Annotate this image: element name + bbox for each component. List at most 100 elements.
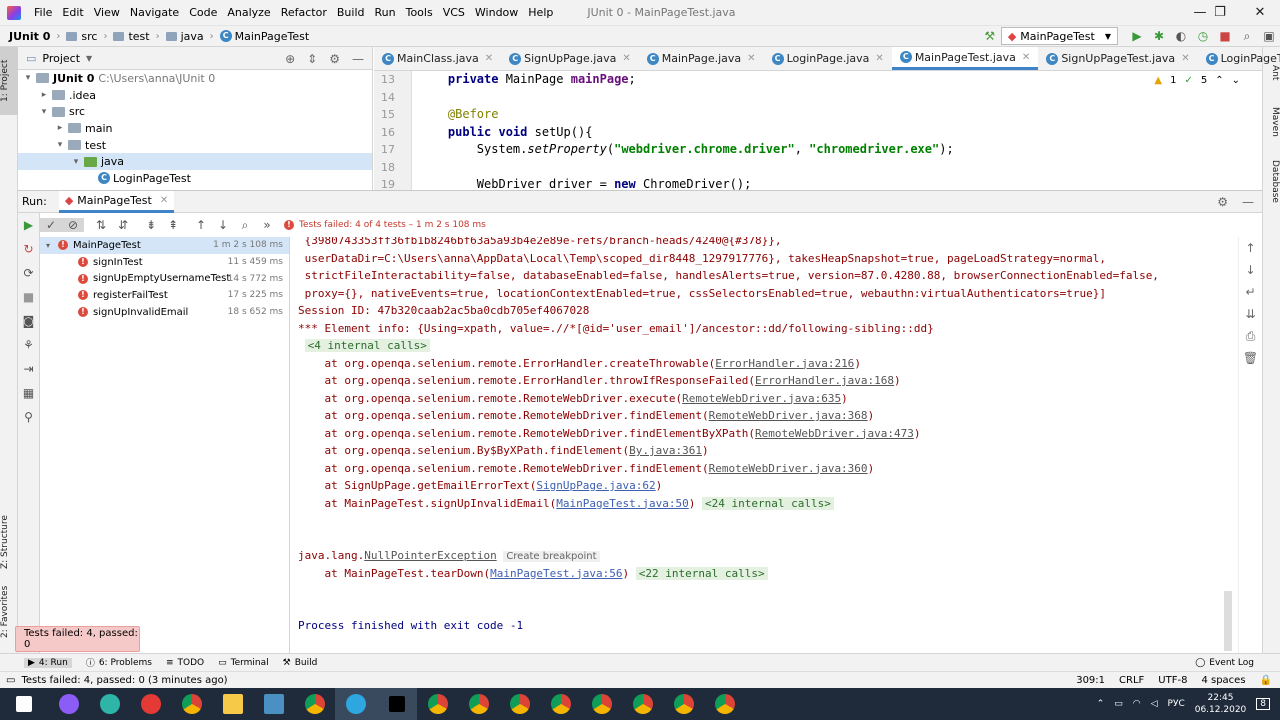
- collapse-all-icon[interactable]: ⇕: [307, 52, 317, 66]
- expand-arrow-icon[interactable]: ▾: [38, 107, 50, 117]
- clock[interactable]: 22:45 06.12.2020: [1195, 692, 1247, 716]
- wifi-icon[interactable]: ◠: [1133, 699, 1141, 709]
- tree-node-loginpagetest[interactable]: C LoginPageTest: [18, 170, 372, 187]
- tab-signuppage[interactable]: C SignUpPage.java ✕: [501, 47, 639, 70]
- breadcrumb-java[interactable]: java: [181, 30, 204, 43]
- tool-tab-problems[interactable]: ⓘ 6: Problems: [86, 656, 152, 670]
- toggle-auto-test-icon[interactable]: ⟳: [18, 261, 39, 285]
- menu-run[interactable]: Run: [370, 0, 401, 25]
- tab-mainclass[interactable]: C MainClass.java ✕: [374, 47, 501, 70]
- language-indicator[interactable]: РУС: [1168, 699, 1185, 709]
- chevron-up-icon[interactable]: ⌃: [1215, 75, 1223, 86]
- pin-icon[interactable]: ⚲: [18, 405, 39, 429]
- run-tab-mainpagetest[interactable]: ◆ MainPageTest ✕: [58, 190, 175, 213]
- menu-tools[interactable]: Tools: [401, 0, 438, 25]
- scroll-to-end-icon[interactable]: ⇊: [1239, 303, 1262, 325]
- menu-vcs[interactable]: VCS: [438, 0, 470, 25]
- tree-node-project-root[interactable]: ▾ JUnit 0 C:\Users\anna\JUnit 0: [18, 70, 372, 87]
- tool-tab-run[interactable]: ▶ 4: Run: [24, 657, 72, 668]
- console-scrollbar[interactable]: [1224, 591, 1232, 651]
- source-link[interactable]: RemoteWebDriver.java:360: [709, 462, 868, 475]
- search-icon[interactable]: ⌕: [234, 218, 256, 233]
- expand-arrow-icon[interactable]: ▸: [54, 123, 66, 133]
- stop-icon[interactable]: ■: [18, 285, 39, 309]
- source-link[interactable]: SignUpPage.java:62: [536, 479, 655, 492]
- status-toggle-icon[interactable]: ▭: [6, 675, 15, 686]
- yandex-icon[interactable]: [130, 688, 171, 720]
- tree-node-main[interactable]: ▸ main: [18, 120, 372, 137]
- chrome-icon[interactable]: [171, 688, 212, 720]
- line-separator[interactable]: CRLF: [1119, 675, 1144, 686]
- tab-mainpagetest[interactable]: C MainPageTest.java ✕: [891, 47, 1039, 70]
- volume-icon[interactable]: ◁: [1151, 699, 1158, 709]
- chevron-right-icon[interactable]: »: [256, 218, 278, 232]
- arrow-up-icon[interactable]: ↑: [190, 218, 212, 232]
- show-passed-icon[interactable]: ✓: [40, 218, 62, 232]
- soft-wrap-icon[interactable]: ↵: [1239, 281, 1262, 303]
- create-breakpoint-link[interactable]: Create breakpoint: [503, 551, 600, 562]
- expand-arrow-icon[interactable]: ▸: [38, 90, 50, 100]
- chrome-icon[interactable]: [581, 688, 622, 720]
- chrome-icon[interactable]: [540, 688, 581, 720]
- source-link[interactable]: MainPageTest.java:50: [556, 497, 688, 510]
- hide-icon[interactable]: —: [1242, 195, 1254, 209]
- inspection-widget[interactable]: ▲ 1 ✓ 5 ⌃ ⌄: [1154, 75, 1240, 86]
- source-link[interactable]: MainPageTest.java:56: [490, 567, 622, 580]
- test-result-toast[interactable]: Tests failed: 4, passed: 0: [15, 626, 140, 652]
- dump-threads-icon[interactable]: ⚘: [18, 333, 39, 357]
- tab-signuppagetest[interactable]: C SignUpPageTest.java ✕: [1038, 47, 1197, 70]
- source-link[interactable]: RemoteWebDriver.java:473: [755, 427, 914, 440]
- show-ignored-icon[interactable]: ⊘: [62, 218, 84, 232]
- tree-node-java[interactable]: ▾ java: [18, 153, 372, 171]
- file-encoding[interactable]: UTF-8: [1158, 675, 1187, 686]
- tree-node-src[interactable]: ▾ src: [18, 103, 372, 120]
- menu-window[interactable]: Window: [470, 0, 523, 25]
- internal-calls-fold[interactable]: <22 internal calls>: [635, 566, 768, 580]
- project-header-label[interactable]: Project: [42, 52, 80, 65]
- arrow-down-icon[interactable]: ↓: [1239, 259, 1262, 281]
- chrome-icon[interactable]: [663, 688, 704, 720]
- chrome-icon[interactable]: [704, 688, 745, 720]
- close-tab-icon[interactable]: ✕: [1022, 52, 1030, 63]
- stop-icon[interactable]: ■: [1214, 29, 1236, 43]
- close-tab-icon[interactable]: ✕: [485, 53, 493, 64]
- hammer-icon[interactable]: ⚒: [979, 29, 1001, 43]
- tab-mainpage[interactable]: C MainPage.java ✕: [639, 47, 764, 70]
- menu-build[interactable]: Build: [332, 0, 370, 25]
- tool-tab-structure[interactable]: Z: Structure: [0, 502, 18, 582]
- menu-analyze[interactable]: Analyze: [222, 0, 275, 25]
- breadcrumb-src[interactable]: src: [81, 30, 97, 43]
- collapse-all-icon[interactable]: ⇞: [162, 218, 184, 232]
- coverage-icon[interactable]: ◐: [1170, 29, 1192, 43]
- arrow-down-icon[interactable]: ↓: [212, 218, 234, 232]
- breadcrumb-test[interactable]: test: [128, 30, 149, 43]
- expand-all-icon[interactable]: ⇟: [140, 218, 162, 232]
- menu-code[interactable]: Code: [184, 0, 222, 25]
- expand-arrow-icon[interactable]: ▾: [22, 73, 34, 83]
- close-tab-icon[interactable]: ✕: [747, 53, 755, 64]
- profile-icon[interactable]: ◷: [1192, 29, 1214, 43]
- expand-arrow-icon[interactable]: ▾: [54, 140, 66, 150]
- windows-start-icon[interactable]: [0, 688, 48, 720]
- menu-file[interactable]: File: [29, 0, 57, 25]
- run-icon[interactable]: ▶: [1126, 29, 1148, 43]
- close-tab-icon[interactable]: ✕: [160, 195, 168, 206]
- print-icon[interactable]: ⎙: [1239, 325, 1262, 347]
- menu-navigate[interactable]: Navigate: [125, 0, 184, 25]
- close-tab-icon[interactable]: ✕: [875, 53, 883, 64]
- tool-tab-project[interactable]: 1: Project: [0, 51, 18, 111]
- tool-tab-build[interactable]: ⚒ Build: [283, 658, 318, 668]
- notification-icon[interactable]: 8: [1256, 698, 1270, 710]
- tree-node-idea[interactable]: ▸ .idea: [18, 87, 372, 104]
- status-message[interactable]: Tests failed: 4, passed: 0 (3 minutes ag…: [21, 675, 227, 686]
- import-tests-icon[interactable]: ⇥: [18, 357, 39, 381]
- expand-arrow-icon[interactable]: ▾: [46, 241, 58, 250]
- source-link[interactable]: RemoteWebDriver.java:368: [709, 409, 868, 422]
- debug-icon[interactable]: ✱: [1148, 29, 1170, 43]
- rerun-icon[interactable]: ▶: [18, 213, 39, 237]
- camera-icon[interactable]: ◙: [18, 309, 39, 333]
- file-explorer-icon[interactable]: [212, 688, 253, 720]
- source-link[interactable]: RemoteWebDriver.java:635: [682, 392, 841, 405]
- chevron-down-icon[interactable]: ⌄: [1232, 75, 1240, 86]
- tree-node-test[interactable]: ▾ test: [18, 137, 372, 154]
